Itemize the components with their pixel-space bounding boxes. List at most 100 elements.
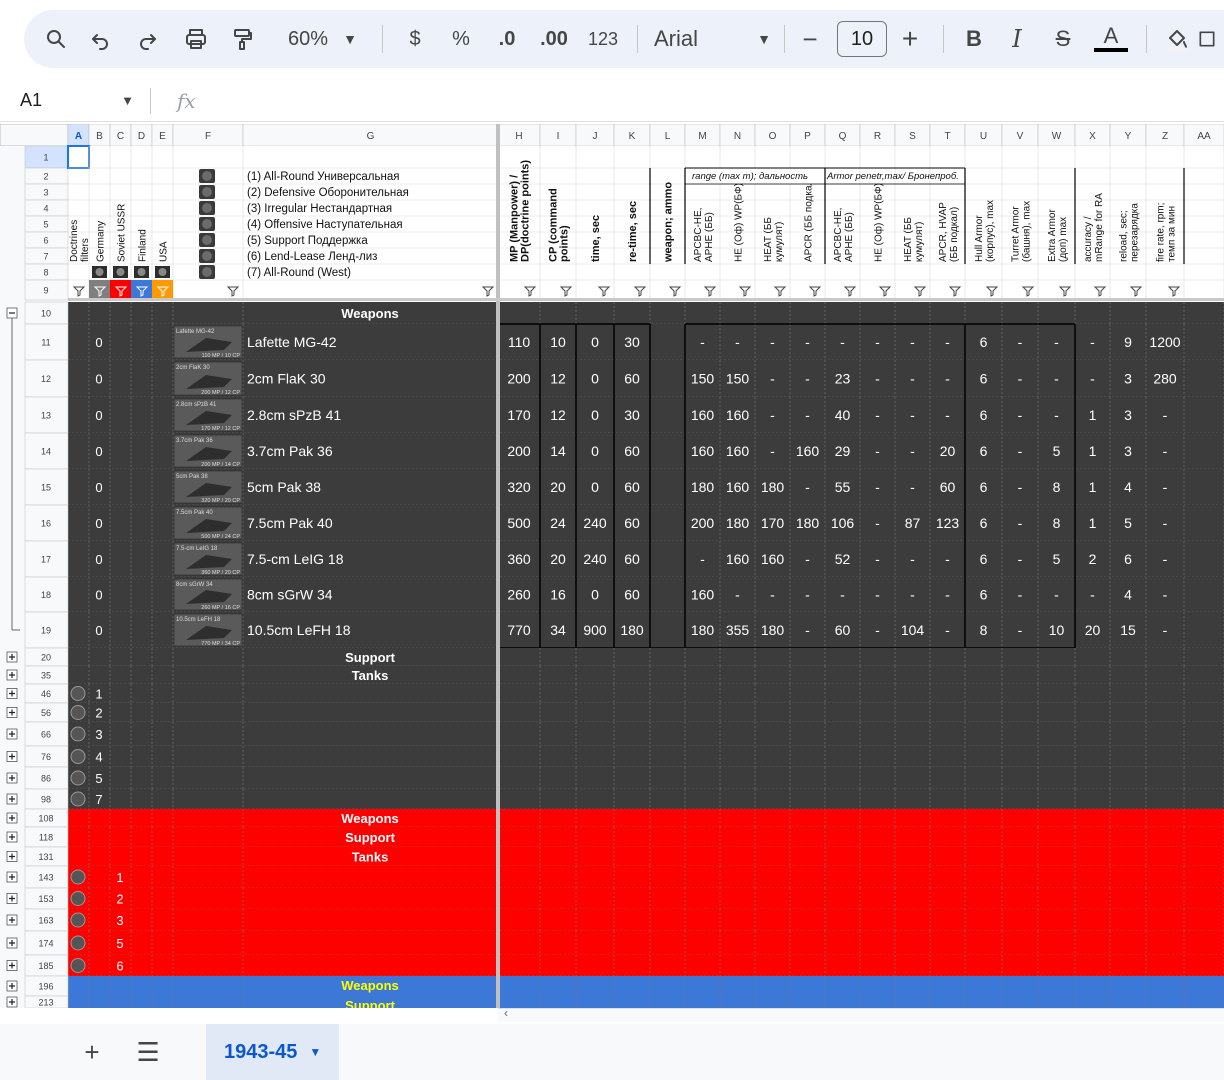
weapon-value-Q[interactable]: 23 [835,371,851,387]
weapon-value-I[interactable]: 14 [550,443,566,459]
all-sheets-icon[interactable]: ☰ [120,1024,176,1080]
currency-format-button[interactable]: $ [393,19,437,59]
weapon-value-P[interactable]: - [805,407,810,423]
weapon-value-T[interactable]: 60 [940,479,956,495]
weapon-value-S[interactable]: - [910,551,915,567]
weapon-value-M[interactable]: 150 [691,371,715,387]
weapon-value-O[interactable]: - [770,371,775,387]
weapon-value-M[interactable]: 180 [691,622,715,638]
weapon-value-X[interactable]: 1 [1089,515,1097,531]
weapon-value-U[interactable]: 6 [980,515,988,531]
weapon-value-Z[interactable]: - [1163,587,1168,603]
weapon-value-N[interactable]: 160 [726,443,750,459]
sheet-tab[interactable]: 1943-45 ▼ [206,1024,340,1080]
weapon-value-U[interactable]: 6 [980,334,988,350]
weapon-value-S[interactable]: 104 [901,622,925,638]
weapon-value-S[interactable]: - [910,371,915,387]
weapon-value-T[interactable]: - [945,622,950,638]
weapon-value-W[interactable]: - [1054,371,1059,387]
weapon-value-R[interactable]: - [875,515,880,531]
weapon-value-W[interactable]: 8 [1053,515,1061,531]
weapon-value-W[interactable]: - [1054,407,1059,423]
weapon-value-J[interactable]: 0 [591,334,599,350]
weapon-value-N[interactable]: - [735,334,740,350]
percent-format-button[interactable]: % [437,19,485,59]
weapon-value-W[interactable]: 5 [1053,551,1061,567]
weapon-value-I[interactable]: 20 [550,551,566,567]
weapon-value-P[interactable]: 160 [796,443,820,459]
weapon-value-R[interactable]: - [875,622,880,638]
increase-decimal-button[interactable]: .00 [529,19,579,59]
weapon-value-P[interactable]: - [805,371,810,387]
weapon-value-Z[interactable]: - [1163,551,1168,567]
weapon-value-S[interactable]: - [910,334,915,350]
freeze-divider-vertical[interactable] [496,302,500,1008]
weapon-value-J[interactable]: 0 [591,479,599,495]
weapon-value-O[interactable]: - [770,443,775,459]
chevron-down-icon[interactable]: ▼ [328,19,372,59]
weapon-value-S[interactable]: - [910,407,915,423]
weapon-value-V[interactable]: - [1018,371,1023,387]
weapon-value-U[interactable]: 6 [980,479,988,495]
weapon-value-K[interactable]: 60 [624,479,640,495]
weapon-value-K[interactable]: 30 [624,334,640,350]
weapon-value-O[interactable]: - [770,407,775,423]
font-select[interactable]: Arial [648,19,754,59]
weapon-value-M[interactable]: - [700,551,705,567]
weapon-value-Y[interactable]: 3 [1124,407,1132,423]
weapon-value-T[interactable]: - [945,551,950,567]
freeze-divider-horizontal[interactable] [68,298,1224,301]
weapon-value-J[interactable]: 0 [591,443,599,459]
weapon-value-Z[interactable]: - [1163,443,1168,459]
weapon-value-K[interactable]: 180 [620,622,644,638]
weapon-value-V[interactable]: - [1018,479,1023,495]
more-formats-button[interactable]: 123 [579,19,627,59]
weapon-value-Z[interactable]: - [1163,622,1168,638]
weapon-value-H[interactable]: 170 [507,407,531,423]
weapon-value-J[interactable]: 0 [591,587,599,603]
weapon-value-K[interactable]: 60 [624,515,640,531]
weapon-value-W[interactable]: - [1054,587,1059,603]
weapon-value-Y[interactable]: 4 [1124,479,1132,495]
weapon-value-U[interactable]: 6 [980,371,988,387]
fill-color-icon[interactable] [1157,19,1197,59]
weapon-value-Q[interactable]: 106 [831,515,855,531]
weapon-value-V[interactable]: - [1018,587,1023,603]
weapon-value-Y[interactable]: 3 [1124,371,1132,387]
weapon-value-O[interactable]: 180 [761,479,785,495]
weapon-value-O[interactable]: 180 [761,622,785,638]
weapon-value-T[interactable]: - [945,587,950,603]
weapon-value-J[interactable]: 0 [591,371,599,387]
weapon-name[interactable]: 7.5-cm LeIG 18 [247,551,344,567]
weapon-value-J[interactable]: 0 [591,407,599,423]
weapon-value-X[interactable]: - [1090,334,1095,350]
weapon-value-H[interactable]: 260 [507,587,531,603]
weapon-value-M[interactable]: 160 [691,407,715,423]
weapon-value-M[interactable]: 160 [691,443,715,459]
select-all-corner[interactable] [0,124,69,147]
zoom-select[interactable]: 60% [264,19,328,59]
weapon-value-O[interactable]: 160 [761,551,785,567]
undo-icon[interactable] [76,19,124,59]
weapon-value-P[interactable]: 180 [796,515,820,531]
weapon-value-U[interactable]: 6 [980,551,988,567]
weapon-value-X[interactable]: 1 [1089,443,1097,459]
weapon-value-N[interactable]: 160 [726,551,750,567]
weapon-value-W[interactable]: - [1054,334,1059,350]
redo-icon[interactable] [124,19,172,59]
weapon-value-I[interactable]: 12 [550,371,566,387]
weapon-value-H[interactable]: 320 [507,479,531,495]
weapon-value-I[interactable]: 16 [550,587,566,603]
weapon-value-H[interactable]: 200 [507,371,531,387]
spreadsheet-grid[interactable]: A B C D E F G H I J K L M N O P Q R S T U V W X Y Z AA 1 2 3 4 5 6 7 8 9 (1)… [0,124,1224,1008]
weapon-value-V[interactable]: - [1018,334,1023,350]
weapon-value-Q[interactable]: 52 [835,551,851,567]
decrease-font-size-icon[interactable]: − [795,19,825,59]
weapon-value-Q[interactable]: 55 [835,479,851,495]
weapon-value-X[interactable]: 1 [1089,479,1097,495]
weapon-value-V[interactable]: - [1018,515,1023,531]
weapon-value-T[interactable]: 123 [936,515,960,531]
weapon-value-H[interactable]: 500 [507,515,531,531]
weapon-value-T[interactable]: - [945,407,950,423]
text-color-button[interactable]: A [1086,19,1136,59]
